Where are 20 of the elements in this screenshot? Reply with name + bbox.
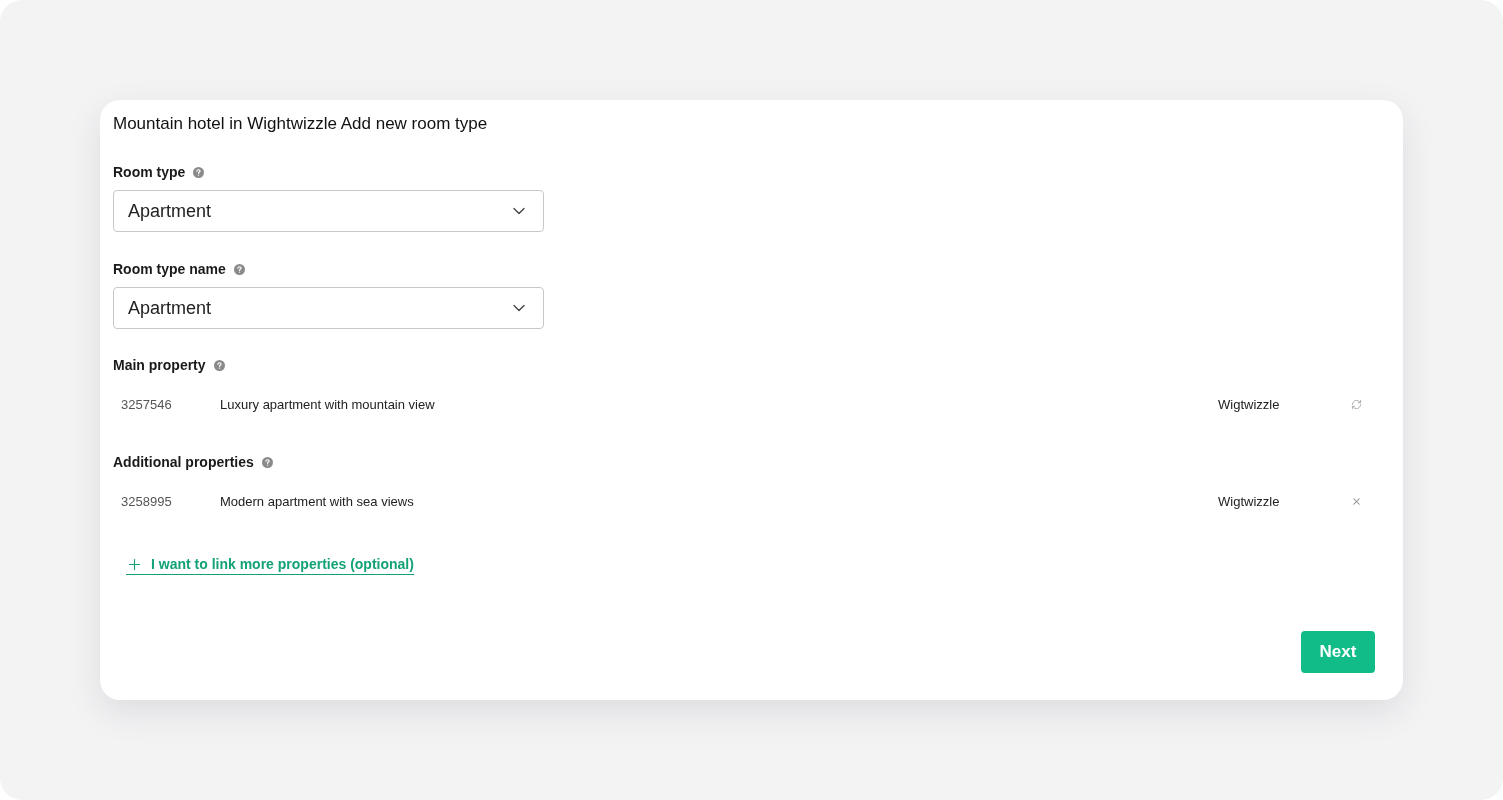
property-name: Luxury apartment with mountain view: [220, 396, 435, 412]
property-id: 3258995: [121, 493, 172, 509]
property-id: 3257546: [121, 396, 172, 412]
dropdown-select[interactable]: Apartment: [113, 190, 544, 232]
section-label: Additional properties: [113, 453, 254, 472]
help-icon[interactable]: [193, 166, 205, 178]
refresh-icon[interactable]: [1350, 398, 1362, 410]
dropdown-select[interactable]: Apartment: [113, 287, 544, 329]
help-icon[interactable]: [261, 456, 273, 468]
field-label: Room type: [113, 163, 186, 182]
property-location: Wigtwizzle: [1218, 493, 1280, 509]
help-icon[interactable]: [213, 359, 225, 371]
property-location: Wigtwizzle: [1218, 396, 1280, 412]
dialog-title: Mountain hotel in Wightwizzle Add new room type: [113, 113, 488, 135]
help-icon[interactable]: [233, 263, 245, 275]
close-icon[interactable]: [1350, 495, 1362, 507]
field-label: Room type name: [113, 260, 226, 279]
property-name: Modern apartment with sea views: [220, 493, 414, 509]
section-label: Main property: [113, 356, 206, 375]
plus-icon: [126, 556, 143, 573]
